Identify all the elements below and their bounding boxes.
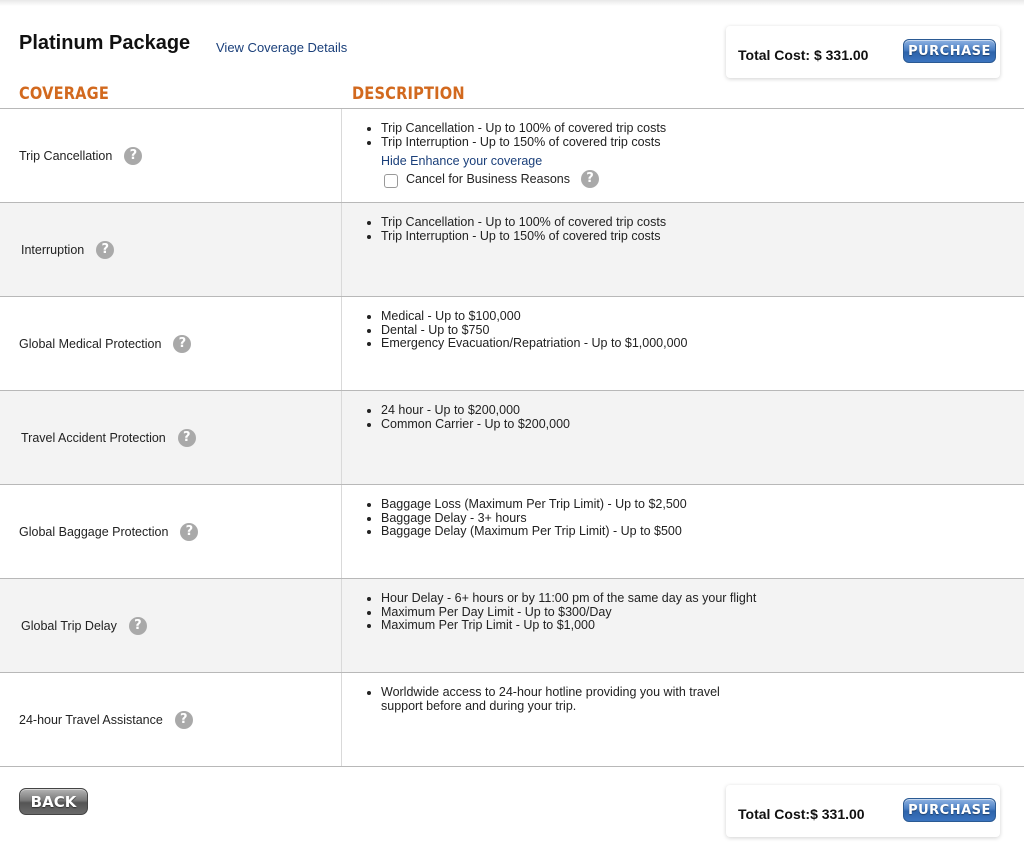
coverage-description: Trip Cancellation - Up to 100% of covere… (366, 121, 666, 189)
list-item: Baggage Loss (Maximum Per Trip Limit) - … (381, 497, 687, 512)
table-row: Global Trip Delay ? Hour Delay - 6+ hour… (0, 578, 1024, 672)
coverage-table: Trip Cancellation ? Trip Cancellation - … (0, 108, 1024, 767)
coverage-description: Worldwide access to 24-hour hotline prov… (366, 685, 726, 713)
column-divider (341, 391, 342, 484)
question-mark-icon[interactable]: ? (96, 240, 115, 259)
coverage-description: 24 hour - Up to $200,000 Common Carrier … (366, 403, 570, 432)
total-cost-label: Total Cost: $ 331.00 (738, 47, 869, 63)
coverage-name: Global Medical Protection ? (19, 297, 192, 390)
question-mark-icon[interactable]: ? (124, 146, 143, 165)
coverage-name: Global Baggage Protection ? (19, 485, 199, 578)
table-row: Global Medical Protection ? Medical - Up… (0, 296, 1024, 390)
description-column-header: DESCRIPTION (352, 84, 465, 104)
list-item: Trip Cancellation - Up to 100% of covere… (381, 215, 666, 230)
table-row: Trip Cancellation ? Trip Cancellation - … (0, 108, 1024, 202)
question-mark-icon[interactable]: ? (177, 428, 196, 447)
business-reasons-label: Cancel for Business Reasons (406, 172, 570, 187)
page-title: Platinum Package (19, 32, 191, 54)
list-item: Trip Interruption - Up to 150% of covere… (381, 229, 666, 244)
coverage-name: Trip Cancellation ? (19, 109, 143, 202)
table-row: Global Baggage Protection ? Baggage Loss… (0, 484, 1024, 578)
coverage-column-header: COVERAGE (19, 84, 110, 104)
purchase-button-bottom[interactable]: PURCHASE (903, 798, 996, 822)
coverage-description: Baggage Loss (Maximum Per Trip Limit) - … (366, 497, 687, 539)
total-cost-amount: 331.00 (825, 47, 869, 63)
total-cost-amount: 331.00 (821, 806, 865, 822)
table-row: Travel Accident Protection ? 24 hour - U… (0, 390, 1024, 484)
total-cost-label: Total Cost:$ 331.00 (738, 806, 865, 822)
coverage-name: Interruption ? (21, 203, 115, 296)
coverage-name: 24-hour Travel Assistance ? (19, 673, 193, 766)
list-item: Trip Interruption - Up to 150% of covere… (381, 135, 666, 150)
total-cost-box-top: Total Cost: $ 331.00 PURCHASE (726, 26, 1000, 78)
total-cost-box-bottom: Total Cost:$ 331.00 PURCHASE (726, 785, 1000, 837)
list-item: Baggage Delay - 3+ hours (381, 511, 687, 526)
question-mark-icon[interactable]: ? (180, 522, 199, 541)
list-item: Medical - Up to $100,000 (381, 309, 687, 324)
table-row: Interruption ? Trip Cancellation - Up to… (0, 202, 1024, 296)
top-shadow (0, 0, 1024, 6)
question-mark-icon[interactable]: ? (174, 710, 193, 729)
column-divider (341, 203, 342, 296)
question-mark-icon[interactable]: ? (580, 170, 599, 189)
coverage-description: Hour Delay - 6+ hours or by 11:00 pm of … (366, 591, 756, 633)
business-reasons-checkbox[interactable] (384, 174, 398, 189)
list-item: Maximum Per Day Limit - Up to $300/Day (381, 605, 756, 620)
list-item: Hour Delay - 6+ hours or by 11:00 pm of … (381, 591, 756, 606)
column-divider (341, 109, 342, 202)
list-item: Baggage Delay (Maximum Per Trip Limit) -… (381, 525, 687, 539)
list-item: Maximum Per Trip Limit - Up to $1,000 (381, 619, 756, 633)
list-item: Trip Cancellation - Up to 100% of covere… (381, 121, 666, 136)
coverage-name: Global Trip Delay ? (21, 579, 147, 672)
column-divider (341, 673, 342, 766)
back-button[interactable]: BACK (19, 788, 88, 815)
coverage-description: Medical - Up to $100,000 Dental - Up to … (366, 309, 687, 351)
business-reasons-option: Cancel for Business Reasons ? (384, 170, 666, 189)
hide-enhance-coverage-link[interactable]: Hide Enhance your coverage (381, 154, 666, 168)
column-divider (341, 297, 342, 390)
list-item: Common Carrier - Up to $200,000 (381, 417, 570, 432)
purchase-button-top[interactable]: PURCHASE (903, 39, 996, 63)
coverage-description: Trip Cancellation - Up to 100% of covere… (366, 215, 666, 244)
list-item: Worldwide access to 24-hour hotline prov… (381, 685, 726, 713)
table-row: 24-hour Travel Assistance ? Worldwide ac… (0, 672, 1024, 767)
column-divider (341, 485, 342, 578)
question-mark-icon[interactable]: ? (128, 616, 147, 635)
list-item: Dental - Up to $750 (381, 323, 687, 338)
column-divider (341, 579, 342, 672)
list-item: 24 hour - Up to $200,000 (381, 403, 570, 418)
view-coverage-details-link[interactable]: View Coverage Details (216, 40, 347, 55)
coverage-name: Travel Accident Protection ? (21, 391, 196, 484)
question-mark-icon[interactable]: ? (173, 334, 192, 353)
list-item: Emergency Evacuation/Repatriation - Up t… (381, 337, 687, 351)
